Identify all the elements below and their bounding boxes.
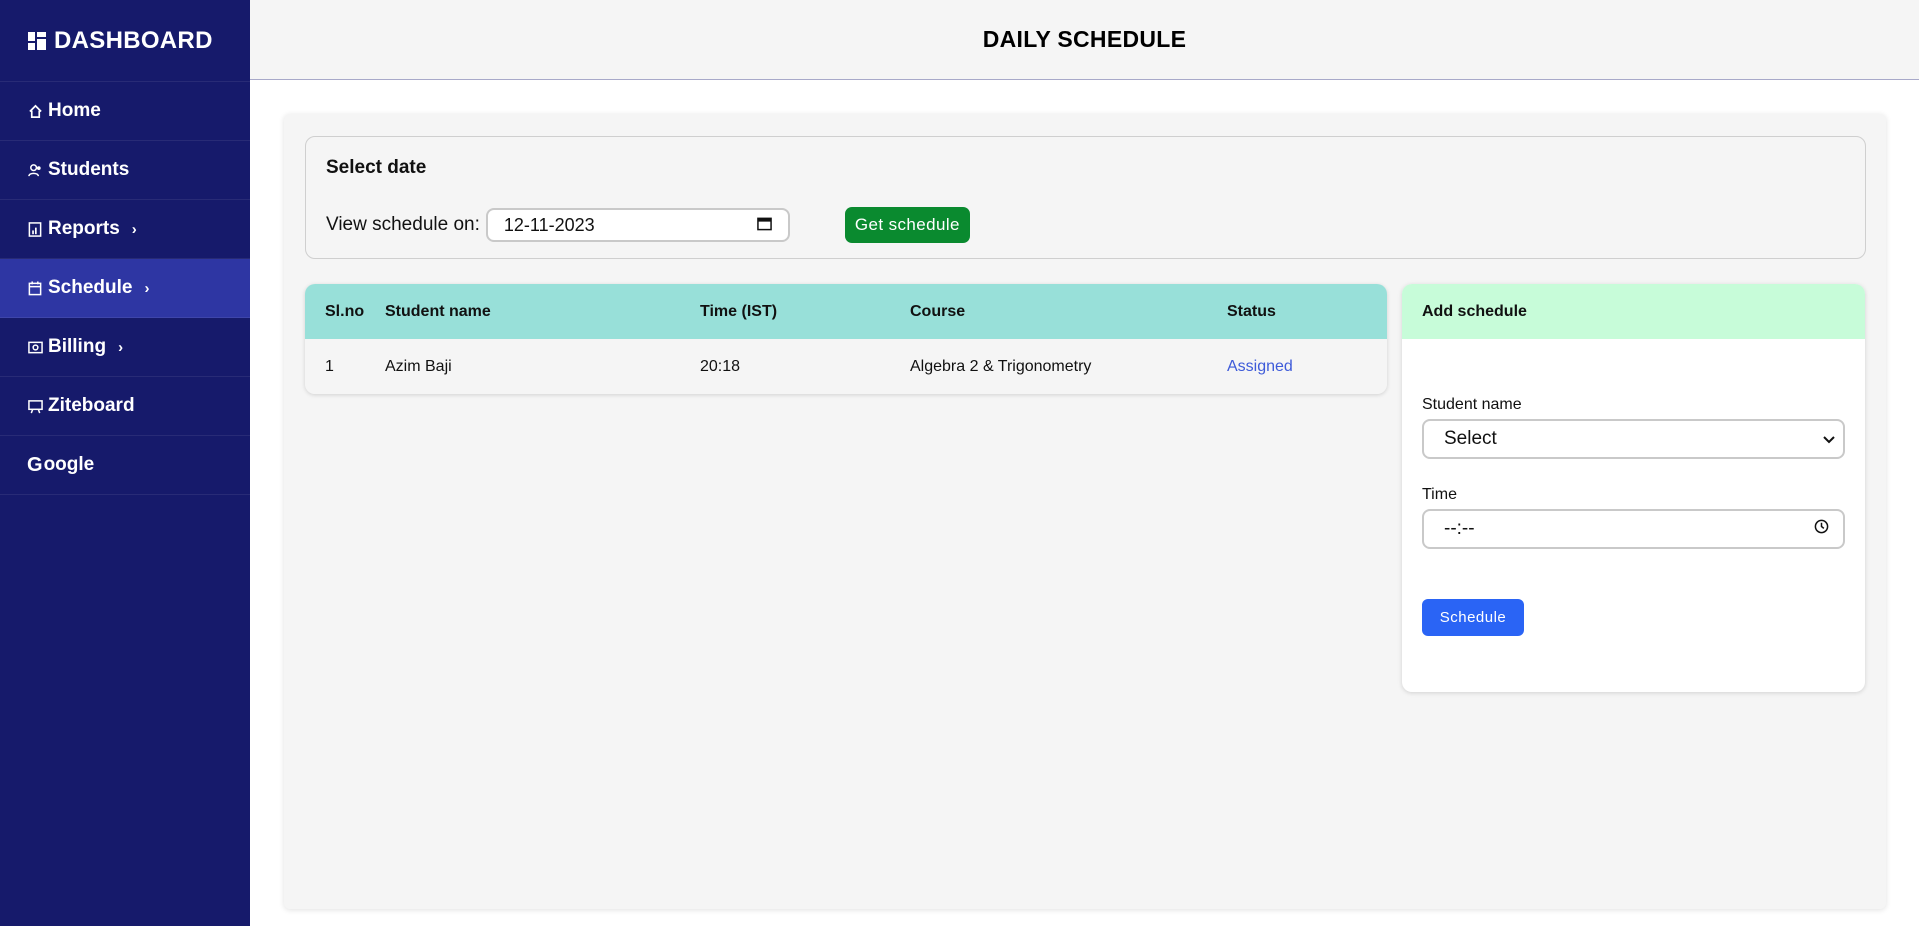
cell-slno: 1 — [325, 357, 334, 375]
report-icon — [27, 221, 43, 237]
sidebar-item-label: oogle — [43, 454, 95, 475]
table-header-row: Sl.no Student name Time (IST) Course Sta… — [305, 284, 1387, 339]
sidebar-item-label: Schedule — [48, 277, 133, 298]
time-value: --:-- — [1444, 518, 1475, 539]
home-icon — [27, 103, 43, 119]
column-header: Status — [1227, 302, 1276, 320]
cell-course: Algebra 2 & Trigonometry — [910, 357, 1092, 375]
time-input[interactable]: --:-- — [1422, 509, 1845, 549]
calendar-icon[interactable] — [757, 215, 772, 236]
student-name-select[interactable]: Select — [1422, 419, 1845, 459]
sidebar-item-home[interactable]: Home — [0, 82, 250, 141]
money-icon — [27, 339, 43, 355]
time-label: Time — [1422, 486, 1457, 503]
add-schedule-title: Add schedule — [1402, 284, 1865, 339]
whiteboard-icon — [27, 398, 43, 414]
student-name-label: Student name — [1422, 396, 1522, 413]
select-date-title: Select date — [326, 157, 427, 178]
date-row: View schedule on: 12-11-2023 Get schedul… — [326, 207, 970, 243]
brand[interactable]: DASHBOARD — [0, 0, 250, 82]
page-header: DAILY SCHEDULE — [250, 0, 1919, 80]
brand-title: DASHBOARD — [54, 26, 213, 54]
date-value: 12-11-2023 — [503, 214, 595, 235]
sidebar-item-students[interactable]: Students — [0, 141, 250, 200]
sidebar-item-label: Billing — [48, 336, 107, 357]
sidebar: DASHBOARD Home Students Reports › Schedu… — [0, 0, 250, 926]
column-header: Sl.no — [325, 302, 365, 320]
cell-time: 20:18 — [700, 357, 741, 375]
cell-student-name: Azim Baji — [385, 357, 452, 375]
sidebar-item-reports[interactable]: Reports › — [0, 200, 250, 259]
sidebar-item-label: Ziteboard — [48, 395, 135, 416]
get-schedule-button[interactable]: Get schedule — [844, 207, 970, 243]
chevron-right-icon: › — [131, 220, 137, 238]
main-panel: Select date View schedule on: 12-11-2023… — [284, 114, 1886, 909]
sidebar-item-label: Students — [48, 159, 130, 180]
chevron-down-icon — [1823, 428, 1835, 450]
clock-icon[interactable] — [1814, 518, 1829, 540]
users-icon — [27, 162, 43, 178]
column-header: Time (IST) — [700, 302, 778, 320]
add-schedule-card: Add schedule Student name Select Time --… — [1402, 284, 1865, 692]
column-header: Student name — [385, 302, 491, 320]
sidebar-item-schedule[interactable]: Schedule › — [0, 259, 250, 318]
google-icon: G — [27, 453, 43, 476]
student-select-value: Select — [1444, 428, 1497, 449]
sidebar-item-label: Reports — [48, 218, 120, 239]
status-badge[interactable]: Assigned — [1227, 358, 1387, 376]
date-input[interactable]: 12-11-2023 — [485, 208, 790, 242]
sidebar-item-billing[interactable]: Billing › — [0, 318, 250, 377]
sidebar-item-google[interactable]: G oogle — [0, 436, 250, 495]
column-header: Course — [910, 302, 966, 320]
schedule-table: Sl.no Student name Time (IST) Course Sta… — [305, 284, 1387, 394]
schedule-button[interactable]: Schedule — [1422, 599, 1524, 636]
select-date-card: Select date View schedule on: 12-11-2023… — [305, 136, 1866, 259]
sidebar-item-label: Home — [48, 100, 101, 121]
dashboard-grid-icon — [28, 31, 46, 50]
page-title: DAILY SCHEDULE — [982, 26, 1187, 52]
view-schedule-label: View schedule on: — [326, 214, 480, 235]
calendar-icon — [27, 280, 43, 296]
table-row: 1 Azim Baji 20:18 Algebra 2 & Trigonomet… — [305, 339, 1387, 394]
chevron-right-icon: › — [144, 279, 150, 297]
sidebar-item-ziteboard[interactable]: Ziteboard — [0, 377, 250, 436]
chevron-right-icon: › — [118, 338, 124, 356]
